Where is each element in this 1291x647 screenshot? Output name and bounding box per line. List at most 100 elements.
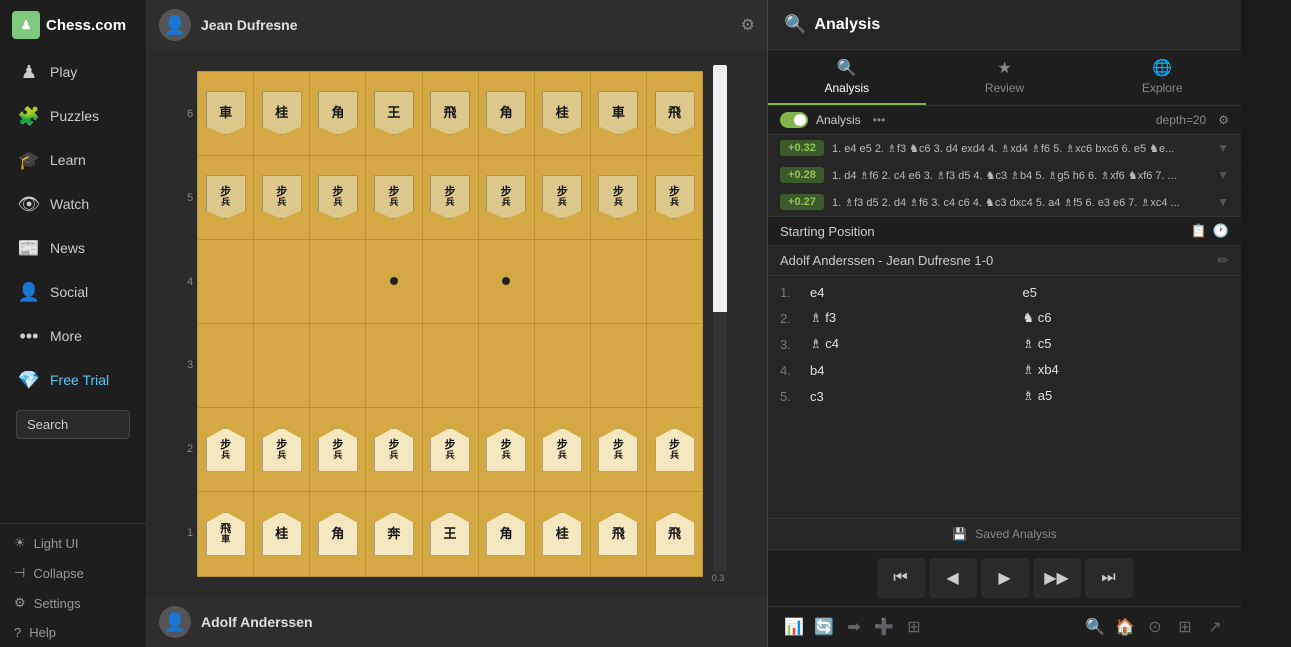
- board-cell[interactable]: 王: [422, 492, 478, 576]
- board-cell[interactable]: 飛: [422, 71, 478, 155]
- board-cell[interactable]: [310, 239, 366, 323]
- chess-board[interactable]: 車桂角王飛角桂車飛步兵步兵步兵步兵步兵步兵步兵步兵步兵步兵步兵步兵步兵步兵步兵步…: [197, 71, 703, 577]
- move-white[interactable]: ♗ c4: [804, 334, 1017, 354]
- board-cell[interactable]: 步兵: [534, 155, 590, 239]
- tab-review[interactable]: ★ Review: [926, 50, 1084, 105]
- sidebar-item-social[interactable]: 👤 Social: [4, 271, 142, 313]
- board-cell[interactable]: [366, 239, 422, 323]
- move-black[interactable]: ♗ xb4: [1017, 360, 1230, 380]
- board-cell[interactable]: 王: [366, 71, 422, 155]
- saved-analysis[interactable]: 💾 Saved Analysis: [768, 518, 1241, 549]
- board-cell[interactable]: [534, 323, 590, 407]
- engine-gear-icon[interactable]: ⚙: [1218, 113, 1229, 127]
- move-black[interactable]: ♞ c6: [1017, 308, 1230, 328]
- eval-line-2[interactable]: +0.27 1. ♗f3 d5 2. d4 ♗f6 3. c4 c6 4. ♞c…: [768, 189, 1241, 216]
- engine-toggle[interactable]: [780, 112, 808, 128]
- board-cell[interactable]: [366, 323, 422, 407]
- position-clock-icon[interactable]: 🕐: [1213, 223, 1229, 239]
- board-cell[interactable]: 車: [590, 71, 646, 155]
- share-tool-button[interactable]: ↗: [1201, 613, 1229, 641]
- board-cell[interactable]: 飛: [646, 71, 702, 155]
- board-cell[interactable]: 飛: [590, 492, 646, 576]
- board-cell[interactable]: 角: [478, 71, 534, 155]
- board-cell[interactable]: 桂: [254, 71, 310, 155]
- board-cell[interactable]: 步兵: [310, 155, 366, 239]
- board-cell[interactable]: [254, 323, 310, 407]
- board-cell[interactable]: 飛: [646, 492, 702, 576]
- table-tool-button[interactable]: ⊞: [900, 613, 928, 641]
- board-cell[interactable]: [422, 239, 478, 323]
- edit-icon[interactable]: ✏: [1217, 252, 1229, 269]
- gear-button[interactable]: ⚙: [741, 15, 755, 35]
- board-cell[interactable]: [534, 239, 590, 323]
- board-cell[interactable]: [198, 323, 254, 407]
- next-move-button[interactable]: ▶▶: [1033, 558, 1081, 598]
- tab-explore[interactable]: 🌐 Explore: [1083, 50, 1241, 105]
- arrow-tool-button[interactable]: ➡: [840, 613, 868, 641]
- board-cell[interactable]: 角: [478, 492, 534, 576]
- board-cell[interactable]: 步兵: [254, 408, 310, 492]
- board-cell[interactable]: 桂: [534, 71, 590, 155]
- add-tool-button[interactable]: ➕: [870, 613, 898, 641]
- board-cell[interactable]: 角: [310, 492, 366, 576]
- circle-tool-button[interactable]: ⊙: [1141, 613, 1169, 641]
- flip-tool-button[interactable]: 🔄: [810, 613, 838, 641]
- board-cell[interactable]: 飛車: [198, 492, 254, 576]
- board-cell[interactable]: [590, 323, 646, 407]
- tab-analysis[interactable]: 🔍 Analysis: [768, 50, 926, 105]
- board-cell[interactable]: 步兵: [534, 408, 590, 492]
- sidebar-item-play[interactable]: ♟ Play: [4, 51, 142, 93]
- board-cell[interactable]: [478, 323, 534, 407]
- sidebar-item-watch[interactable]: 👁 Watch: [4, 183, 142, 225]
- board-cell[interactable]: 車: [198, 71, 254, 155]
- zoom-in-button[interactable]: 🔍: [1081, 613, 1109, 641]
- board-cell[interactable]: 步兵: [590, 155, 646, 239]
- board-cell[interactable]: 角: [310, 71, 366, 155]
- board-cell[interactable]: 步兵: [478, 408, 534, 492]
- chart-tool-button[interactable]: 📊: [780, 613, 808, 641]
- engine-dots[interactable]: •••: [873, 113, 886, 127]
- move-black[interactable]: ♗ c5: [1017, 334, 1230, 354]
- first-move-button[interactable]: ⏮: [877, 558, 925, 598]
- board-cell[interactable]: [254, 239, 310, 323]
- move-white[interactable]: c3: [804, 387, 1017, 406]
- light-ui-item[interactable]: ☀ Light UI: [0, 528, 146, 558]
- board-cell[interactable]: 奔: [366, 492, 422, 576]
- help-item[interactable]: ? Help: [0, 618, 146, 647]
- board-cell[interactable]: 步兵: [366, 408, 422, 492]
- prev-move-button[interactable]: ◀: [929, 558, 977, 598]
- board-cell[interactable]: [198, 239, 254, 323]
- board-cell[interactable]: 步兵: [198, 408, 254, 492]
- board-cell[interactable]: [590, 239, 646, 323]
- move-white[interactable]: ♗ f3: [804, 308, 1017, 328]
- move-black[interactable]: e5: [1017, 283, 1230, 302]
- board-cell[interactable]: [310, 323, 366, 407]
- board-cell[interactable]: [478, 239, 534, 323]
- board-cell[interactable]: 步兵: [254, 155, 310, 239]
- collapse-item[interactable]: ⊣ Collapse: [0, 558, 146, 588]
- search-area[interactable]: Search: [0, 402, 146, 447]
- eval-line-1[interactable]: +0.28 1. d4 ♗f6 2. c4 e6 3. ♗f3 d5 4. ♞c…: [768, 162, 1241, 189]
- board-cell[interactable]: [646, 323, 702, 407]
- board-cell[interactable]: 步兵: [646, 155, 702, 239]
- board-cell[interactable]: 步兵: [366, 155, 422, 239]
- grid-tool-button[interactable]: ⊞: [1171, 613, 1199, 641]
- sidebar-item-news[interactable]: 📰 News: [4, 227, 142, 269]
- move-white[interactable]: b4: [804, 361, 1017, 380]
- settings-item[interactable]: ⚙ Settings: [0, 588, 146, 618]
- move-white[interactable]: e4: [804, 283, 1017, 302]
- sidebar-item-more[interactable]: ••• More: [4, 315, 142, 357]
- sidebar-item-learn[interactable]: 🎓 Learn: [4, 139, 142, 181]
- board-cell[interactable]: 步兵: [590, 408, 646, 492]
- board-cell[interactable]: 步兵: [478, 155, 534, 239]
- board-cell[interactable]: 步兵: [422, 155, 478, 239]
- sidebar-item-free-trial[interactable]: 💎 Free Trial: [4, 359, 142, 401]
- board-cell[interactable]: 步兵: [646, 408, 702, 492]
- board-cell[interactable]: 步兵: [198, 155, 254, 239]
- sidebar-item-puzzles[interactable]: 🧩 Puzzles: [4, 95, 142, 137]
- board-cell[interactable]: [422, 323, 478, 407]
- move-black[interactable]: ♗ a5: [1017, 386, 1230, 406]
- board-cell[interactable]: 步兵: [310, 408, 366, 492]
- board-cell[interactable]: [646, 239, 702, 323]
- board-cell[interactable]: 步兵: [422, 408, 478, 492]
